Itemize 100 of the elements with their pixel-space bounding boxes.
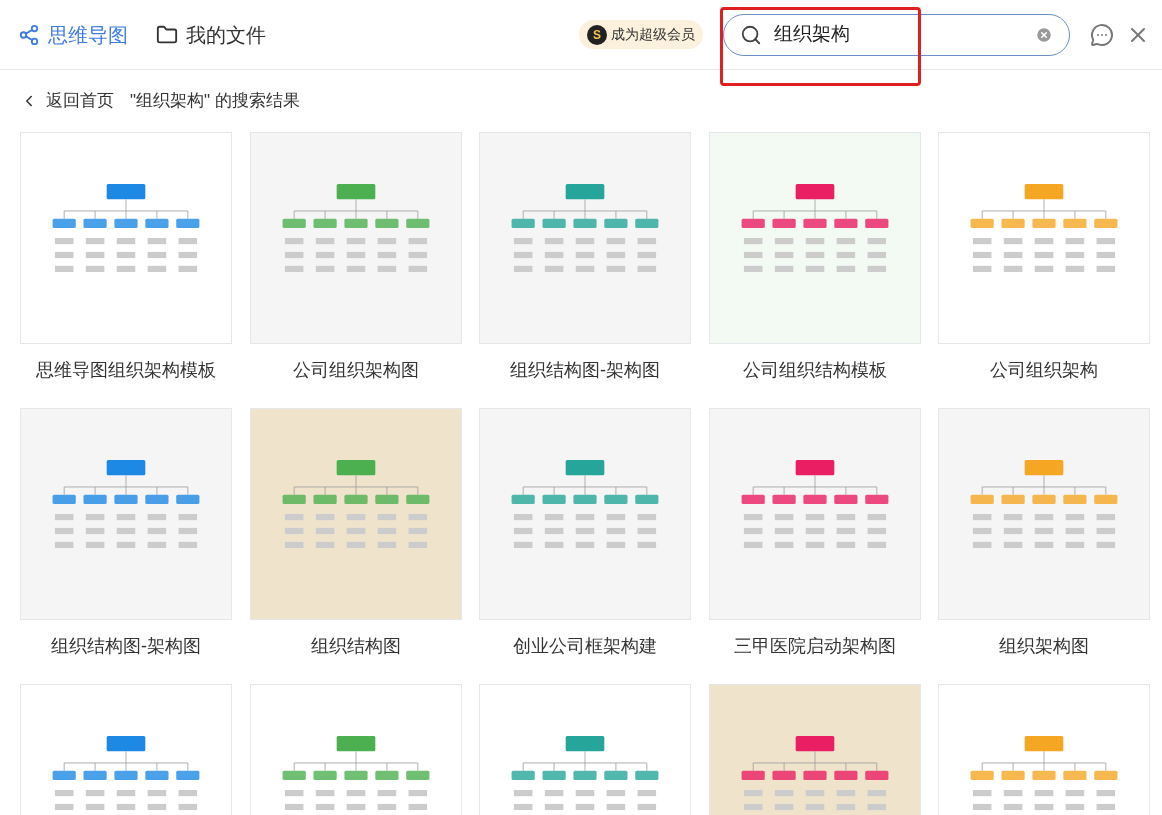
template-thumbnail[interactable]: [708, 132, 921, 344]
diagram-node: [116, 541, 136, 548]
diagram-node: [743, 803, 762, 811]
diagram-node: [284, 541, 303, 548]
diagram-node: [805, 527, 824, 535]
diagram-node: [575, 265, 595, 272]
diagram-node: [1003, 803, 1023, 811]
diagram-node: [54, 527, 74, 535]
diagram-node: [346, 238, 365, 245]
diagram-node: [836, 514, 855, 521]
template-title[interactable]: 组织架构图: [938, 620, 1150, 672]
diagram-node: [805, 514, 824, 521]
search-input[interactable]: 组织架构: [774, 20, 1023, 49]
diagram-node: [1096, 790, 1116, 797]
template-thumbnail[interactable]: [938, 408, 1150, 620]
template-thumbnail[interactable]: [249, 132, 462, 344]
clear-icon[interactable]: [1035, 25, 1053, 44]
diagram-node: [346, 541, 365, 548]
diagram-node: [374, 494, 398, 504]
nav-tab[interactable]: 思维导图: [18, 19, 128, 50]
diagram-node: [147, 238, 167, 245]
diagram-node: [606, 265, 626, 272]
template-title[interactable]: 组织结构图-架构图: [20, 620, 232, 672]
diagram-node: [1065, 803, 1085, 811]
back-link[interactable]: 返回首页: [20, 88, 114, 114]
diagram-node: [970, 494, 994, 504]
template-thumbnail[interactable]: [479, 132, 691, 344]
template-title[interactable]: 创业公司框架构建: [479, 620, 691, 672]
template-thumbnail[interactable]: [20, 132, 232, 344]
diagram-node: [54, 251, 74, 259]
diagram-node: [805, 251, 824, 259]
template-title[interactable]: 公司组织架构图: [249, 344, 462, 396]
diagram-node: [313, 218, 337, 228]
diagram-node: [106, 183, 146, 200]
diagram-node: [565, 735, 605, 752]
diagram-node: [743, 265, 762, 272]
template-thumbnail[interactable]: [20, 408, 232, 620]
diagram-node: [1034, 803, 1054, 811]
diagram-node: [52, 770, 76, 780]
diagram-node: [1094, 770, 1118, 780]
diagram-node: [864, 770, 888, 780]
folder-icon: [156, 23, 178, 46]
diagram-node: [106, 459, 146, 476]
template-thumbnail[interactable]: [249, 408, 462, 620]
diagram-node: [1096, 541, 1116, 548]
diagram-node: [575, 251, 595, 259]
diagram-node: [637, 514, 657, 521]
template-thumbnail[interactable]: [708, 408, 921, 620]
diagram-node: [1034, 251, 1054, 259]
diagram-node: [178, 541, 198, 548]
diagram-node: [802, 770, 827, 780]
diagram-node: [405, 494, 429, 504]
diagram-node: [1024, 183, 1064, 200]
diagram-node: [833, 494, 857, 504]
diagram-node: [836, 803, 855, 811]
template-thumbnail[interactable]: [479, 408, 691, 620]
template-title[interactable]: 三甲医院启动架构图: [708, 620, 921, 672]
diagram-node: [741, 494, 765, 504]
diagram-node: [544, 541, 564, 548]
template-title[interactable]: 公司组织结构模板: [708, 344, 921, 396]
diagram-node: [343, 770, 368, 780]
diagram-node: [1065, 238, 1085, 245]
diagram-node: [85, 527, 105, 535]
diagram-node: [1096, 527, 1116, 535]
diagram-node: [85, 265, 105, 272]
diagram-node: [106, 735, 146, 752]
template-title[interactable]: 组织结构图-架构图: [479, 344, 691, 396]
diagram-node: [836, 251, 855, 259]
diagram-node: [282, 770, 306, 780]
diagram-node: [867, 541, 886, 548]
template-title[interactable]: 思维导图组织架构模板: [20, 344, 232, 396]
diagram-node: [575, 803, 595, 811]
diagram-node: [284, 527, 303, 535]
diagram-node: [604, 218, 628, 228]
diagram-node: [1003, 514, 1023, 521]
diagram-node: [802, 218, 827, 228]
template-thumbnail[interactable]: [938, 132, 1150, 344]
diagram-node: [972, 238, 992, 245]
chat-icon[interactable]: [1090, 22, 1114, 47]
diagram-node: [1034, 265, 1054, 272]
diagram-node: [836, 541, 855, 548]
diagram-node: [573, 218, 597, 228]
diagram-node: [178, 527, 198, 535]
diagram-node: [513, 514, 533, 521]
diagram-node: [774, 541, 793, 548]
diagram-node: [805, 803, 824, 811]
diagram-node: [315, 790, 334, 797]
template-title[interactable]: 公司组织架构: [938, 344, 1150, 396]
diagram-node: [637, 265, 657, 272]
diagram-node: [54, 790, 74, 797]
nav-tab[interactable]: 我的文件: [156, 19, 266, 50]
diagram-node: [836, 790, 855, 797]
template-title[interactable]: 组织结构图: [249, 620, 462, 672]
diagram-node: [1094, 218, 1118, 228]
diagram-node: [408, 514, 427, 521]
diagram-node: [864, 494, 888, 504]
vip-badge[interactable]: S 成为超级会员: [579, 20, 703, 49]
diagram-node: [637, 527, 657, 535]
diagram-node: [511, 218, 535, 228]
diagram-node: [377, 790, 396, 797]
